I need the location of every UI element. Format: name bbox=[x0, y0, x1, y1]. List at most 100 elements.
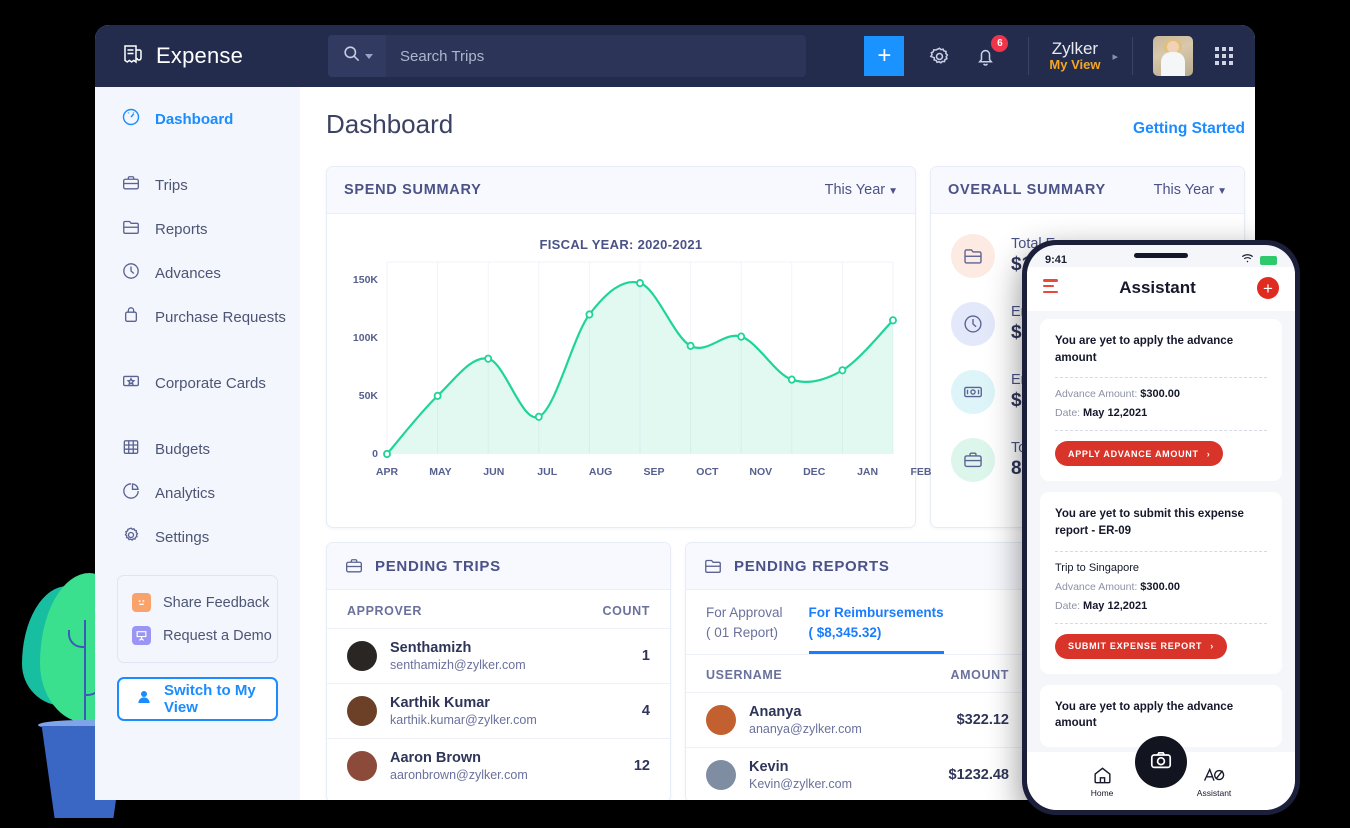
trip-count: 4 bbox=[642, 703, 650, 719]
table-row[interactable]: Ananya ananya@zylker.com $322.12 bbox=[686, 692, 1029, 747]
tab-line2: ( $8,345.32) bbox=[809, 623, 944, 643]
search-icon bbox=[342, 44, 361, 68]
table-row[interactable]: Senthamizh senthamizh@zylker.com 1 bbox=[327, 628, 670, 683]
sidebar-item-trips[interactable]: Trips bbox=[95, 163, 300, 207]
user-email: Kevin@zylker.com bbox=[749, 777, 852, 791]
spacer bbox=[95, 339, 300, 361]
menu-icon[interactable] bbox=[1043, 279, 1058, 297]
chart-data-point[interactable] bbox=[485, 355, 491, 361]
submit-expense-report-button[interactable]: SUBMIT EXPENSE REPORT › bbox=[1055, 634, 1227, 659]
tab-for-approval[interactable]: For Approval ( 01 Report) bbox=[706, 603, 783, 654]
top-navbar: Expense Search Trips + bbox=[95, 25, 1255, 87]
avatar[interactable] bbox=[1153, 36, 1193, 76]
wifi-icon bbox=[1241, 253, 1254, 267]
spacer bbox=[95, 141, 300, 163]
advance-amount-line: Advance Amount: $300.00 bbox=[1055, 581, 1267, 593]
pending-trips-header: PENDING TRIPS bbox=[327, 543, 670, 590]
sidebar-item-analytics[interactable]: Analytics bbox=[95, 471, 300, 515]
chart-y-tick: 50K bbox=[359, 390, 387, 402]
chart-data-point[interactable] bbox=[536, 414, 542, 420]
settings-button[interactable] bbox=[922, 39, 956, 73]
chart-data-point[interactable] bbox=[738, 333, 744, 339]
briefcase-icon bbox=[951, 438, 995, 482]
chevron-right-icon[interactable]: ▸ bbox=[1112, 50, 1118, 63]
sidebar-item-corporate-cards[interactable]: Corporate Cards bbox=[95, 361, 300, 405]
pending-trips-title: PENDING TRIPS bbox=[375, 558, 501, 575]
app-launcher-icon[interactable] bbox=[1215, 47, 1233, 65]
apply-advance-amount-button[interactable]: APPLY ADVANCE AMOUNT › bbox=[1055, 441, 1223, 466]
fiscal-year-label: FISCAL YEAR: 2020-2021 bbox=[327, 237, 915, 252]
org-switcher[interactable]: Zylker My View bbox=[1043, 39, 1106, 73]
spend-summary-header: SPEND SUMMARY This Year▼ bbox=[327, 167, 915, 214]
chart-data-point[interactable] bbox=[637, 280, 643, 286]
phone-title: Assistant bbox=[1119, 278, 1196, 298]
table-row[interactable]: Kevin Kevin@zylker.com $1232.48 bbox=[686, 747, 1029, 800]
chart-data-point[interactable] bbox=[435, 393, 441, 399]
approver-email: aaronbrown@zylker.com bbox=[390, 768, 528, 782]
add-icon[interactable]: + bbox=[1257, 277, 1279, 299]
sidebar-item-budgets[interactable]: Budgets bbox=[95, 427, 300, 471]
column-amount: AMOUNT bbox=[951, 668, 1009, 682]
spend-summary-period-dropdown[interactable]: This Year▼ bbox=[825, 182, 898, 198]
overall-summary-period-dropdown[interactable]: This Year▼ bbox=[1154, 182, 1227, 198]
getting-started-link[interactable]: Getting Started bbox=[1133, 120, 1245, 138]
tab-line1: For Reimbursements bbox=[809, 603, 944, 623]
switch-to-my-view-button[interactable]: Switch to My View bbox=[117, 677, 278, 721]
clock-icon bbox=[951, 302, 995, 346]
search-scope-dropdown[interactable] bbox=[328, 35, 386, 77]
sidebar-item-purchase-requests[interactable]: Purchase Requests bbox=[95, 295, 300, 339]
status-indicators bbox=[1241, 253, 1277, 267]
brand[interactable]: Expense bbox=[121, 42, 326, 71]
notifications-button[interactable]: 6 bbox=[968, 39, 1002, 73]
overall-summary-title: OVERALL SUMMARY bbox=[948, 182, 1106, 198]
sidebar-item-label: Dashboard bbox=[155, 111, 233, 128]
camera-button[interactable] bbox=[1135, 736, 1187, 788]
org-name: Zylker bbox=[1049, 39, 1100, 59]
assistant-card[interactable]: You are yet to submit this expense repor… bbox=[1040, 492, 1282, 673]
tab-for-reimbursements[interactable]: For Reimbursements ( $8,345.32) bbox=[809, 603, 944, 654]
share-feedback-item[interactable]: Share Feedback bbox=[118, 586, 277, 619]
reimbursement-amount: $322.12 bbox=[957, 712, 1009, 728]
advance-amount-value: $300.00 bbox=[1140, 388, 1180, 400]
chart-x-tick: JAN bbox=[857, 466, 878, 478]
org-view-label: My View bbox=[1049, 58, 1100, 73]
chart-x-tick: DEC bbox=[803, 466, 825, 478]
chart-area-fill bbox=[387, 282, 893, 454]
tab-home[interactable]: Home bbox=[1091, 765, 1114, 798]
pending-reports-card: PENDING REPORTS For Approval ( 01 Report… bbox=[685, 542, 1030, 800]
request-demo-item[interactable]: Request a Demo bbox=[118, 619, 277, 652]
chart-data-point[interactable] bbox=[890, 317, 896, 323]
folder-icon bbox=[703, 556, 723, 576]
chart-data-point[interactable] bbox=[839, 367, 845, 373]
approver-name: Aaron Brown bbox=[390, 750, 528, 766]
tab-assistant[interactable]: Assistant bbox=[1197, 765, 1232, 798]
presentation-icon bbox=[132, 626, 151, 645]
chart-data-point[interactable] bbox=[688, 343, 694, 349]
column-approver: APPROVER bbox=[347, 604, 422, 618]
search-input[interactable]: Search Trips bbox=[386, 48, 484, 65]
sidebar-item-label: Purchase Requests bbox=[155, 309, 286, 326]
chevron-down-icon: ▼ bbox=[1217, 186, 1227, 197]
add-button[interactable]: + bbox=[864, 36, 904, 76]
assistant-card[interactable]: You are yet to apply the advance amount … bbox=[1040, 319, 1282, 481]
sidebar-item-reports[interactable]: Reports bbox=[95, 207, 300, 251]
sidebar-item-advances[interactable]: Advances bbox=[95, 251, 300, 295]
bag-icon bbox=[121, 305, 141, 329]
brand-name: Expense bbox=[156, 43, 243, 69]
sidebar-item-settings[interactable]: Settings bbox=[95, 515, 300, 559]
chart-x-tick: JUN bbox=[483, 466, 504, 478]
sidebar-item-label: Budgets bbox=[155, 441, 210, 458]
approver-email: senthamizh@zylker.com bbox=[390, 658, 526, 672]
date-value: May 12,2021 bbox=[1083, 407, 1147, 419]
sidebar-item-label: Analytics bbox=[155, 485, 215, 502]
smiley-icon bbox=[132, 593, 151, 612]
approver-email: karthik.kumar@zylker.com bbox=[390, 713, 537, 727]
chart-data-point[interactable] bbox=[789, 376, 795, 382]
pending-trips-card: PENDING TRIPS APPROVER COUNT Senthamizh … bbox=[326, 542, 671, 800]
table-row[interactable]: Karthik Kumar karthik.kumar@zylker.com 4 bbox=[327, 683, 670, 738]
chart-data-point[interactable] bbox=[586, 311, 592, 317]
sidebar-item-dashboard[interactable]: Dashboard bbox=[95, 97, 300, 141]
search-bar[interactable]: Search Trips bbox=[328, 35, 806, 77]
table-row[interactable]: Aaron Brown aaronbrown@zylker.com 12 bbox=[327, 738, 670, 793]
request-demo-label: Request a Demo bbox=[163, 628, 272, 644]
